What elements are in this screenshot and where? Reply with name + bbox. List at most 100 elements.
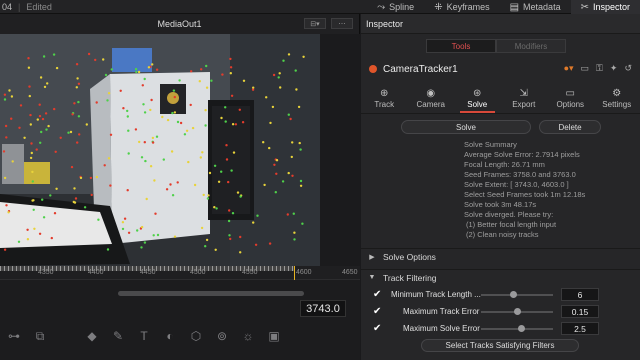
tracker-point <box>273 163 276 166</box>
camera-icon: ◉ <box>426 88 436 99</box>
tracker-point <box>155 135 159 138</box>
tracker-point <box>144 159 147 163</box>
viewer-menu-button[interactable]: ⋯ <box>331 18 353 29</box>
paint-icon[interactable]: ✎ <box>110 328 126 344</box>
tab-inspector[interactable]: ✂ Inspector <box>570 0 640 14</box>
tracker-point <box>281 180 285 183</box>
solve-options-section[interactable]: ▶ Solve Options <box>361 248 640 264</box>
tracker-point <box>263 183 266 187</box>
current-frame-field[interactable]: 3743.0 <box>300 300 346 317</box>
slider-knob[interactable] <box>510 291 518 298</box>
tracker-point <box>268 146 271 150</box>
tab-keyframes[interactable]: ⁜ Keyframes <box>424 0 499 14</box>
tracker-point <box>205 64 208 68</box>
tracker-point <box>274 191 277 194</box>
ruler-tick: 4500 <box>190 269 206 276</box>
tracker-point <box>38 232 42 235</box>
checkbox[interactable]: ✔ <box>373 306 384 317</box>
tracker-point <box>230 169 233 172</box>
tracker-point <box>234 123 238 126</box>
tracker-point <box>26 238 30 241</box>
color-icon[interactable]: ●▾ <box>564 63 574 74</box>
viewer-layout-button[interactable]: ⊟▾ <box>304 18 326 29</box>
tracker-point <box>31 180 34 183</box>
tracker-point <box>151 63 154 66</box>
shape3d-icon[interactable]: ⬡ <box>188 328 204 344</box>
tracker-point <box>83 206 87 209</box>
tracker-point <box>229 57 232 61</box>
tracker-point <box>210 79 213 82</box>
lock-icon[interactable]: ⚿ <box>596 63 603 74</box>
tab-export[interactable]: ⇲ Export <box>501 84 548 113</box>
modifiers-toggle[interactable]: Modifiers <box>496 39 566 53</box>
summary-line: (2) Clean noisy tracks <box>466 230 539 239</box>
mask-icon[interactable]: ◐ <box>162 328 178 344</box>
tracker-point <box>170 150 174 153</box>
tracker-point <box>207 194 210 197</box>
tracker-point <box>127 152 130 155</box>
tracker-point <box>279 86 282 89</box>
camera3d-icon[interactable]: ⊚ <box>214 328 230 344</box>
tracker-point <box>199 156 202 159</box>
ruler-tick: 4350 <box>38 269 54 276</box>
transform-icon[interactable]: ⧉ <box>32 328 48 344</box>
pin-icon[interactable]: ✦ <box>610 63 618 74</box>
text-icon[interactable]: T <box>136 328 152 344</box>
tab-options[interactable]: ▭ Options <box>547 84 594 113</box>
time-ruler[interactable]: 4350 4400 4450 4500 4550 4600 4650 <box>0 266 360 280</box>
renderer-icon[interactable]: ▣ <box>266 328 282 344</box>
tracker-point <box>292 212 295 215</box>
tracker-point <box>183 133 187 136</box>
merge-icon[interactable]: ⊶ <box>6 328 22 344</box>
param-label: Minimum Track Length ... <box>391 290 481 299</box>
tab-camera[interactable]: ◉ Camera <box>408 84 455 113</box>
select-tracks-button[interactable]: Select Tracks Satisfying Filters <box>421 339 579 352</box>
param-value[interactable]: 0.15 <box>561 305 599 318</box>
delete-button[interactable]: Delete <box>539 120 601 134</box>
param-value[interactable]: 2.5 <box>561 322 599 335</box>
tracker-point <box>145 197 148 201</box>
tab-metadata[interactable]: ▤ Metadata <box>500 0 571 14</box>
checkbox[interactable]: ✔ <box>373 289 384 300</box>
reset-icon[interactable]: ↺ <box>624 63 632 74</box>
summary-line: Focal Length: 26.71 mm <box>464 160 545 169</box>
viewer-image[interactable] <box>0 34 320 266</box>
tracker-point <box>73 187 76 190</box>
node-enable-toggle[interactable] <box>369 65 377 73</box>
tracker-point <box>95 175 99 179</box>
tab-spline[interactable]: ⤳ Spline <box>367 0 424 14</box>
tab-track[interactable]: ⊕ Track <box>361 84 408 113</box>
tracker-point <box>126 115 129 118</box>
checkbox[interactable]: ✔ <box>373 323 384 334</box>
slider-knob[interactable] <box>514 308 521 315</box>
tracker-point <box>45 128 48 131</box>
tracker-point <box>69 130 73 134</box>
tracker-point <box>40 130 43 134</box>
tab-solve[interactable]: ⊛ Solve <box>454 84 501 113</box>
tracker-point <box>46 82 49 85</box>
tracker-point <box>215 207 218 210</box>
tracker-point <box>134 128 138 131</box>
track-filtering-section[interactable]: ▼ Track Filtering <box>361 269 640 285</box>
timeline-scrollbar[interactable] <box>118 291 304 296</box>
tracker-point <box>89 176 93 180</box>
tracker-point <box>39 76 43 79</box>
tracker-point <box>75 63 79 66</box>
tab-settings[interactable]: ⚙ Settings <box>594 84 640 113</box>
tracker-point <box>220 170 223 173</box>
solve-button[interactable]: Solve <box>401 120 531 134</box>
tools-toggle[interactable]: Tools <box>426 39 496 53</box>
playhead[interactable] <box>294 266 295 280</box>
param-value[interactable]: 6 <box>561 288 599 301</box>
tracker-point <box>106 248 110 251</box>
keyframes-icon: ⁜ <box>434 1 443 13</box>
tracker-point <box>29 123 32 126</box>
tracker-point <box>166 118 170 122</box>
background-icon[interactable]: ◆ <box>84 328 100 344</box>
light-icon[interactable]: ☼ <box>240 328 256 344</box>
tracker-point <box>50 236 53 240</box>
slider-knob[interactable] <box>517 325 525 332</box>
versions-icon[interactable]: ▭ <box>581 63 590 74</box>
tracker-point <box>169 183 172 186</box>
tracker-point <box>251 88 255 91</box>
